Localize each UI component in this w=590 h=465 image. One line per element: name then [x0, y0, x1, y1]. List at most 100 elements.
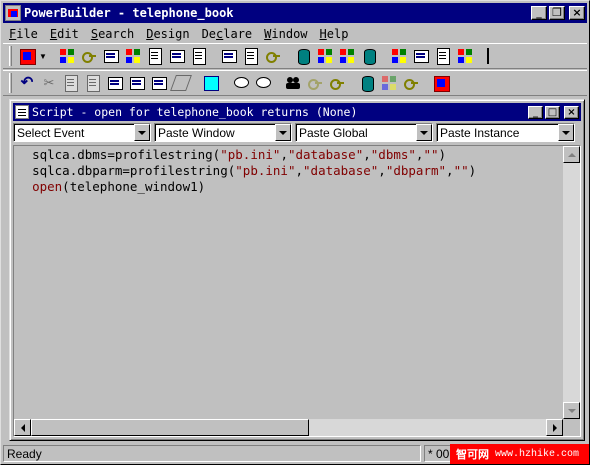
datawindow-painter-button[interactable] [166, 45, 188, 67]
structure-painter-button[interactable] [122, 45, 144, 67]
menu-file[interactable]: File [3, 27, 44, 41]
menu-window[interactable]: Window [258, 27, 313, 41]
replace-button[interactable] [326, 72, 348, 94]
string-literal: "dbparm" [385, 163, 447, 178]
find-next-button[interactable] [304, 72, 326, 94]
scroll-left-button[interactable] [14, 419, 31, 436]
code-line[interactable]: sqlca.dbparm=profilestring("pb.ini","dat… [17, 163, 563, 179]
chevron-down-icon[interactable] [558, 124, 574, 141]
chevron-down-icon[interactable] [275, 124, 291, 141]
menu-painter-button[interactable] [100, 45, 122, 67]
vertical-scrollbar[interactable] [563, 146, 580, 419]
user-object-button[interactable] [78, 45, 100, 67]
edit-painter-button[interactable] [432, 45, 454, 67]
query-painter-button[interactable] [188, 45, 210, 67]
paste-global-dropdown[interactable]: Paste Global [295, 123, 433, 142]
script-exit-button[interactable] [430, 72, 452, 94]
statement-icon [129, 75, 145, 91]
toolbar-grip-2[interactable] [9, 73, 12, 93]
script-editor[interactable]: sqlca.dbms=profilestring("pb.ini", "datab… [13, 145, 581, 437]
chevron-down-icon[interactable] [416, 124, 432, 141]
comment-button[interactable] [230, 72, 252, 94]
menu-edit[interactable]: Edit [44, 27, 85, 41]
menu-design[interactable]: Design [140, 27, 195, 41]
library-painter-button[interactable] [358, 45, 380, 67]
debug-icon [457, 48, 473, 64]
chevron-down-icon[interactable] [134, 124, 150, 141]
script-window: Script - open for telephone_book returns… [9, 99, 585, 441]
minimize-button[interactable]: _ [531, 6, 547, 20]
browse-object-button[interactable] [356, 72, 378, 94]
return-button[interactable] [400, 72, 422, 94]
exit-button[interactable] [484, 45, 506, 67]
paste-window-dropdown[interactable]: Paste Window [154, 123, 292, 142]
script-maximize-button[interactable]: □ [545, 105, 560, 119]
scissors-icon: ✂ [43, 75, 55, 90]
close-button[interactable]: × [569, 6, 585, 20]
debug-button[interactable] [454, 45, 476, 67]
code-area[interactable]: sqlca.dbms=profilestring("pb.ini", "datab… [17, 147, 563, 417]
datawindow-icon [169, 48, 185, 64]
pipeline-painter-button[interactable] [314, 45, 336, 67]
compile-button[interactable] [378, 72, 400, 94]
uncomment-button[interactable] [252, 72, 274, 94]
copy-button[interactable] [60, 72, 82, 94]
paste-button[interactable] [82, 72, 104, 94]
toolbar-grip[interactable] [9, 46, 12, 66]
exit-door-icon [487, 48, 503, 64]
string-literal: "pb.ini" [220, 147, 281, 162]
select-object-button[interactable] [200, 72, 222, 94]
code-token: sqlca.dbms=profilestring( [32, 147, 221, 162]
script-titlebar[interactable]: Script - open for telephone_book returns… [13, 103, 581, 121]
clear-button[interactable] [170, 72, 192, 94]
project-painter-button[interactable] [410, 45, 432, 67]
code-line[interactable]: sqlca.dbms=profilestring("pb.ini","datab… [17, 147, 563, 163]
paste-window-value: Paste Window [158, 125, 235, 140]
horizontal-scroll-thumb[interactable] [31, 419, 309, 436]
function-painter-button[interactable] [144, 45, 166, 67]
cut-button[interactable]: ✂ [38, 72, 60, 94]
pipeline-icon [317, 48, 333, 64]
scroll-down-button[interactable] [563, 402, 580, 419]
app-titlebar[interactable]: PowerBuilder - telephone_book _ ❐ × [3, 3, 587, 23]
keyword: open [32, 179, 63, 194]
window-painter-button[interactable] [56, 45, 78, 67]
database-painter-button[interactable] [292, 45, 314, 67]
application-painter-button[interactable] [16, 45, 38, 67]
find-button[interactable] [282, 72, 304, 94]
run-button[interactable] [388, 45, 410, 67]
code-line[interactable]: open(telephone_window1) [17, 179, 563, 195]
help-painter-button[interactable] [240, 45, 262, 67]
script-toolbar: ↶ ✂ [3, 70, 587, 96]
string-literal: "database" [303, 163, 379, 178]
restore-button[interactable]: ❐ [549, 6, 565, 20]
dropdown-arrow-button[interactable]: ▼ [38, 45, 48, 67]
horizontal-scrollbar[interactable] [14, 419, 563, 436]
scroll-right-button[interactable] [546, 419, 563, 436]
script-window-icon[interactable] [15, 105, 29, 119]
object-browser-button[interactable] [262, 45, 284, 67]
paste-instance-dropdown[interactable]: Paste Instance [436, 123, 575, 142]
undo-button[interactable]: ↶ [16, 72, 38, 94]
menu-declare[interactable]: Declare [196, 27, 259, 41]
database-profile-button[interactable] [336, 45, 358, 67]
scroll-up-button[interactable] [563, 146, 580, 163]
menu-help[interactable]: Help [314, 27, 355, 41]
binoculars-icon [285, 75, 301, 91]
paste-statement-button[interactable] [126, 72, 148, 94]
script-minimize-button[interactable]: _ [528, 105, 543, 119]
watermark-brand: 智可网 [456, 449, 489, 461]
return-icon [403, 75, 419, 91]
query-icon [191, 48, 207, 65]
select-event-dropdown[interactable]: Select Event [13, 123, 151, 142]
close-script-icon [433, 75, 450, 92]
paste-sql-button[interactable] [104, 72, 126, 94]
powerbuilder-app-icon[interactable] [5, 5, 21, 21]
code-token: , [280, 147, 288, 162]
application-icon [19, 48, 36, 65]
code-token: ) [468, 163, 477, 178]
script-close-button[interactable]: × [564, 105, 579, 119]
select-all-button[interactable] [148, 72, 170, 94]
preferences-button[interactable] [218, 45, 240, 67]
menu-search[interactable]: Search [85, 27, 140, 41]
